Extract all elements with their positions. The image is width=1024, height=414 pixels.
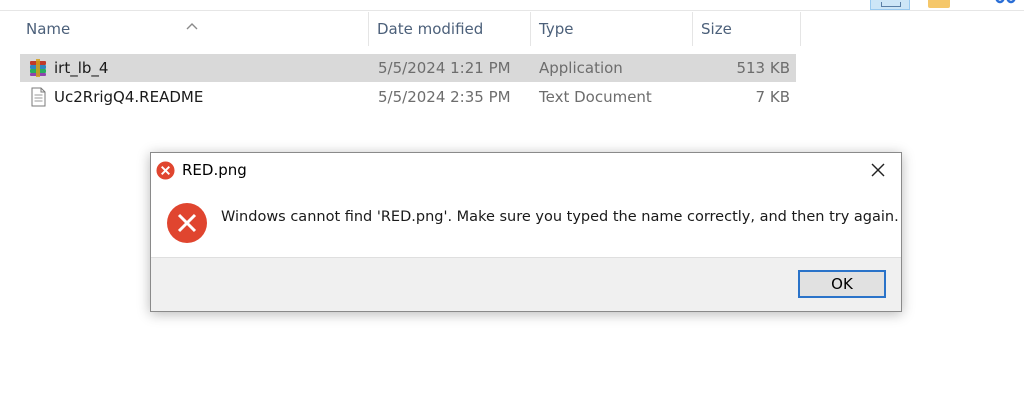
details-view-icon	[881, 2, 901, 7]
dialog-body: Windows cannot find 'RED.png'. Make sure…	[151, 187, 901, 257]
column-header-date-modified[interactable]: Date modified	[369, 12, 530, 46]
close-icon	[871, 163, 885, 177]
file-row[interactable]: Uc2RrigQ4.README 5/5/2024 2:35 PM Text D…	[20, 83, 796, 111]
file-date-modified: 5/5/2024 2:35 PM	[378, 88, 511, 106]
dialog-title: RED.png	[182, 161, 247, 179]
file-size: 513 KB	[736, 59, 790, 77]
text-document-icon	[31, 87, 46, 107]
dialog-footer: OK	[151, 257, 901, 311]
dialog-message: Windows cannot find 'RED.png'. Make sure…	[221, 209, 899, 225]
file-row[interactable]: irt_lb_4 5/5/2024 1:21 PM Application 51…	[20, 54, 796, 82]
file-date-modified: 5/5/2024 1:21 PM	[378, 59, 511, 77]
file-type: Application	[539, 59, 623, 77]
file-name: Uc2RrigQ4.README	[54, 88, 204, 106]
close-button[interactable]	[861, 155, 895, 185]
file-type: Text Document	[539, 88, 652, 106]
column-divider[interactable]	[800, 12, 801, 46]
details-view-button[interactable]	[870, 0, 910, 10]
file-name: irt_lb_4	[54, 59, 109, 77]
file-size: 7 KB	[755, 88, 790, 106]
explorer-window: Name Date modified Type Size irt_lb_4 5/…	[0, 0, 1024, 414]
error-dialog: RED.png Windows cannot find 'RED.png'. M…	[150, 152, 902, 312]
column-header-row: Name Date modified Type Size	[0, 12, 1024, 46]
error-icon	[156, 161, 175, 180]
sort-ascending-icon	[186, 23, 198, 30]
dialog-titlebar[interactable]: RED.png	[151, 153, 901, 187]
error-icon	[167, 203, 207, 243]
toolbar-divider	[0, 10, 1024, 11]
column-header-type[interactable]: Type	[531, 12, 692, 46]
folder-icon[interactable]	[928, 0, 950, 8]
ok-button[interactable]: OK	[798, 270, 886, 298]
winrar-app-icon	[30, 59, 46, 77]
link-icon[interactable]	[993, 0, 1019, 10]
column-header-size[interactable]: Size	[693, 12, 800, 46]
